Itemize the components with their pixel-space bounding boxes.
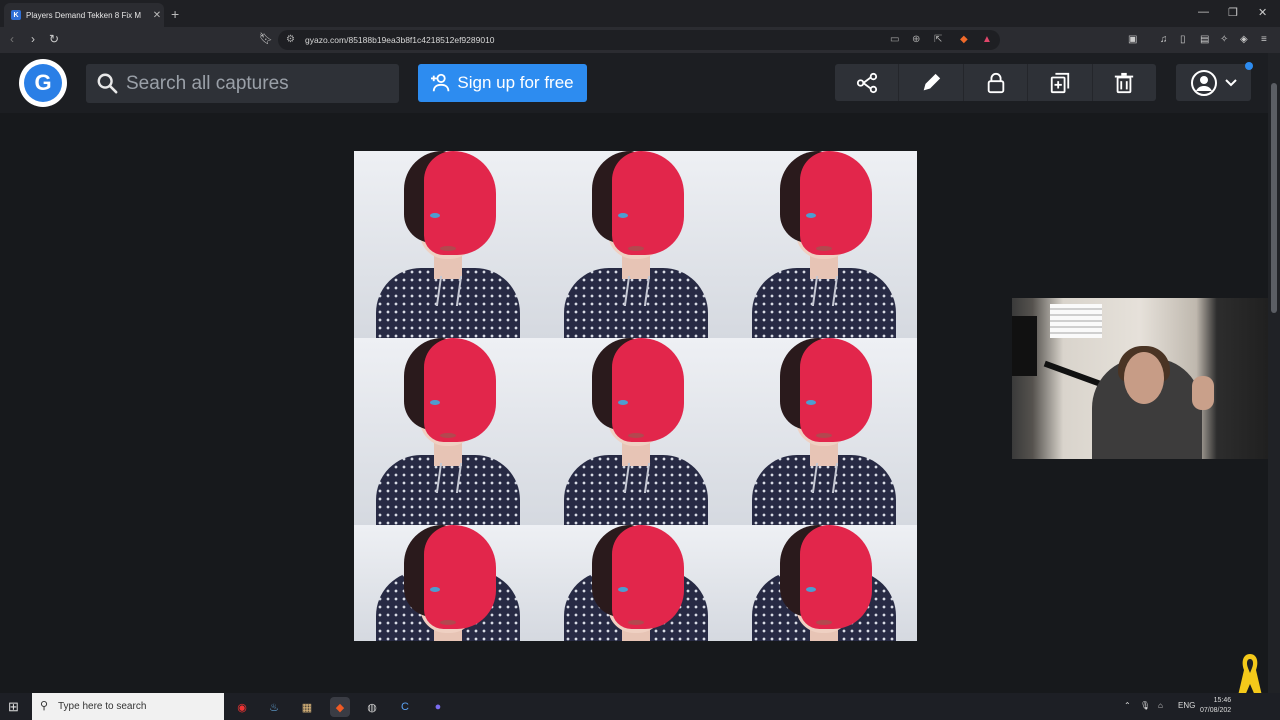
webcam-window-blinds (1050, 304, 1102, 338)
taskbar-search-input[interactable]: ⚲ Type here to search (32, 693, 224, 720)
account-menu-button[interactable] (1176, 64, 1251, 101)
tab-close-button[interactable]: ✕ (150, 10, 164, 21)
user-avatar-icon (1190, 69, 1217, 96)
minimize-button[interactable]: — (1198, 6, 1209, 18)
windows-taskbar: ⊞ ⚲ Type here to search ◉ ♨ ▦ ◆ ◍ C ● ⌃ … (0, 693, 1280, 720)
portrait-tile (542, 151, 730, 338)
media-icon[interactable]: ♫ (1160, 34, 1168, 45)
url-text[interactable]: gyazo.com/85188b19ea3b8f1c4218512ef92890… (305, 35, 495, 45)
steam-app-icon[interactable]: ♨ (264, 697, 284, 717)
page-scrollbar[interactable] (1268, 53, 1280, 693)
tab-title: Players Demand Tekken 8 Fix M (26, 10, 142, 20)
microphone-icon[interactable]: 🎙︎ (1140, 701, 1150, 710)
webcam-person-hand (1192, 376, 1214, 410)
sidebar-icon[interactable]: ▯ (1180, 34, 1186, 45)
address-bar[interactable]: ⚙︎ gyazo.com/85188b19ea3b8f1c4218512ef92… (278, 30, 1000, 50)
tray-expand-icon[interactable]: ⌃ (1124, 701, 1131, 710)
portrait-tile (730, 338, 917, 525)
signup-label: Sign up for free (457, 73, 574, 92)
browser-tab[interactable]: K Players Demand Tekken 8 Fix M ✕ (4, 3, 164, 27)
close-window-button[interactable]: ✕ (1258, 6, 1267, 19)
back-button[interactable]: ‹ (10, 32, 14, 46)
leo-icon[interactable]: ✧ (1220, 34, 1228, 45)
menu-icon[interactable]: ≡ (1261, 34, 1267, 45)
brave-app-icon[interactable]: ◆ (330, 697, 350, 717)
search-icon (97, 73, 118, 94)
pencil-icon (923, 73, 941, 90)
scrollbar-thumb[interactable] (1271, 83, 1277, 313)
tab-search-icon[interactable]: ▣ (1128, 34, 1137, 45)
share-button[interactable] (835, 64, 900, 101)
tab-favicon-icon: K (11, 10, 21, 20)
gyazo-header: G Search all captures Sign up for free (0, 53, 1268, 113)
taskbar-search-icon: ⚲ (40, 700, 49, 712)
vpn-icon[interactable]: ◈ (1240, 34, 1248, 45)
brave-rewards-icon[interactable]: ▲ (982, 34, 992, 45)
file-explorer-icon[interactable]: ▦ (297, 697, 317, 717)
trash-icon (1115, 72, 1134, 93)
portrait-tile (542, 525, 730, 641)
add-user-icon (431, 73, 450, 92)
gyazo-logo[interactable]: G (19, 59, 67, 107)
brave-shield-icon[interactable]: ◆ (960, 34, 968, 45)
clock-date: 07/08/202 (1200, 707, 1232, 714)
taskbar-search-placeholder: Type here to search (58, 701, 147, 712)
lock-icon (987, 72, 1004, 93)
portrait-tile (354, 151, 542, 338)
restore-button[interactable]: ❐ (1228, 6, 1238, 19)
lock-button[interactable] (964, 64, 1029, 101)
delete-button[interactable] (1093, 64, 1156, 101)
signup-button[interactable]: Sign up for free (418, 64, 587, 102)
chevron-down-icon (1224, 78, 1237, 86)
capture-image[interactable] (354, 151, 917, 641)
webcam-person-head (1124, 352, 1164, 404)
clock-time: 15:46 (1213, 697, 1232, 704)
webcam-shelf (1012, 316, 1037, 376)
chat-app-icon[interactable]: ● (428, 697, 448, 717)
capture-toolbar (835, 64, 1156, 101)
portrait-tile (542, 338, 730, 525)
gyazo-logo-icon: G (24, 64, 62, 102)
edit-button[interactable] (899, 64, 964, 101)
portrait-tile (354, 525, 542, 641)
portrait-tile (354, 338, 542, 525)
network-icon[interactable]: ⌂ (1158, 701, 1163, 710)
site-info-icon[interactable]: ⚙︎ (286, 34, 295, 45)
reload-button[interactable]: ↻ (49, 32, 59, 46)
notification-dot (1245, 62, 1253, 70)
new-tab-button[interactable]: + (171, 6, 179, 22)
screenshot-icon[interactable]: ▭ (890, 34, 899, 45)
search-input[interactable]: Search all captures (86, 64, 399, 103)
portrait-tile (730, 525, 917, 641)
taskbar-clock[interactable]: 15:46 07/08/202 (1200, 696, 1231, 716)
app-c-icon[interactable]: C (395, 697, 415, 717)
search-placeholder: Search all captures (126, 73, 289, 94)
forward-button[interactable]: › (31, 32, 35, 46)
language-indicator[interactable]: ENG (1178, 701, 1195, 710)
discord-app-icon[interactable]: ◍ (362, 697, 382, 717)
browser-tab-bar: K Players Demand Tekken 8 Fix M ✕ + — ❐ … (0, 0, 1280, 27)
share-icon (856, 72, 877, 93)
bookmark-icon[interactable]: 🔖︎ (259, 32, 273, 45)
webcam-overlay (1012, 298, 1268, 459)
wallet-icon[interactable]: ▤ (1200, 34, 1209, 45)
duplicate-button[interactable] (1028, 64, 1093, 101)
share-page-icon[interactable]: ⇱ (934, 34, 942, 45)
windows-start-icon[interactable]: ⊞ (8, 699, 19, 715)
browser-toolbar: ‹ › ↻ 🔖︎ ⚙︎ gyazo.com/85188b19ea3b8f1c42… (0, 27, 1280, 53)
obs-app-icon[interactable]: ◉ (232, 697, 252, 717)
zoom-icon[interactable]: ⊕ (912, 34, 920, 45)
portrait-tile (730, 151, 917, 338)
copy-icon (1050, 72, 1070, 93)
